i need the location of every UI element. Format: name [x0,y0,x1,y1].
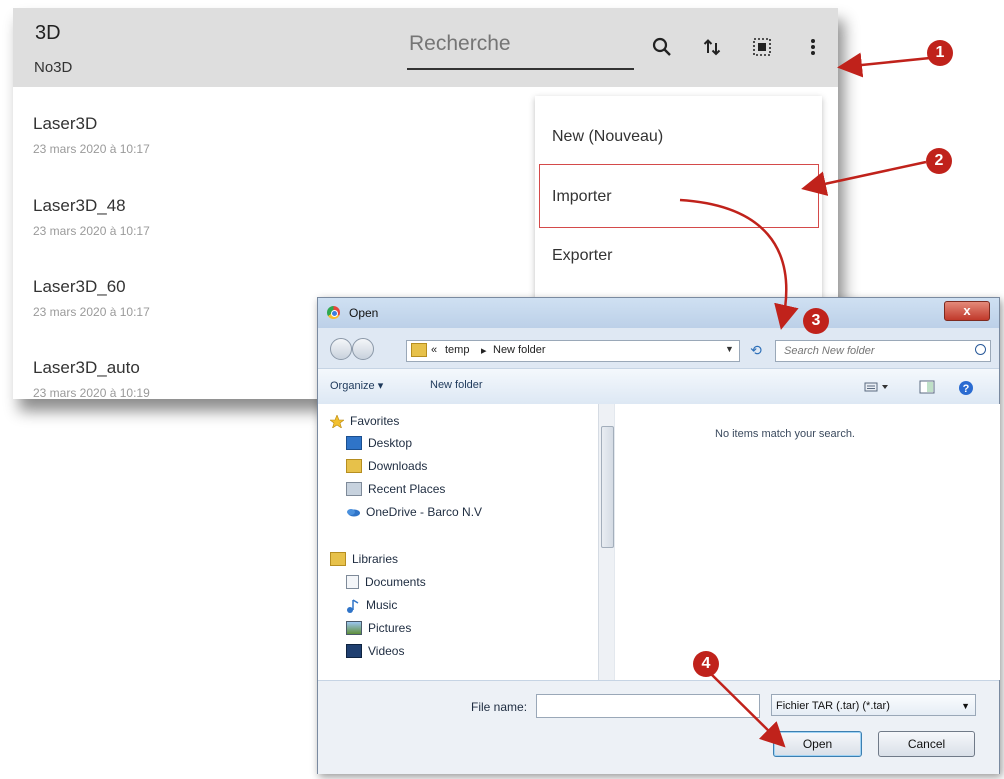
callout-2: 2 [926,148,952,174]
callout-4: 4 [693,651,719,677]
arrow-1 [837,52,931,78]
callout-1: 1 [927,40,953,66]
arrow-2 [801,160,927,196]
arrow-3 [679,198,799,330]
annotation-arrows [679,52,931,748]
arrow-4 [706,669,786,748]
callout-3: 3 [803,308,829,334]
